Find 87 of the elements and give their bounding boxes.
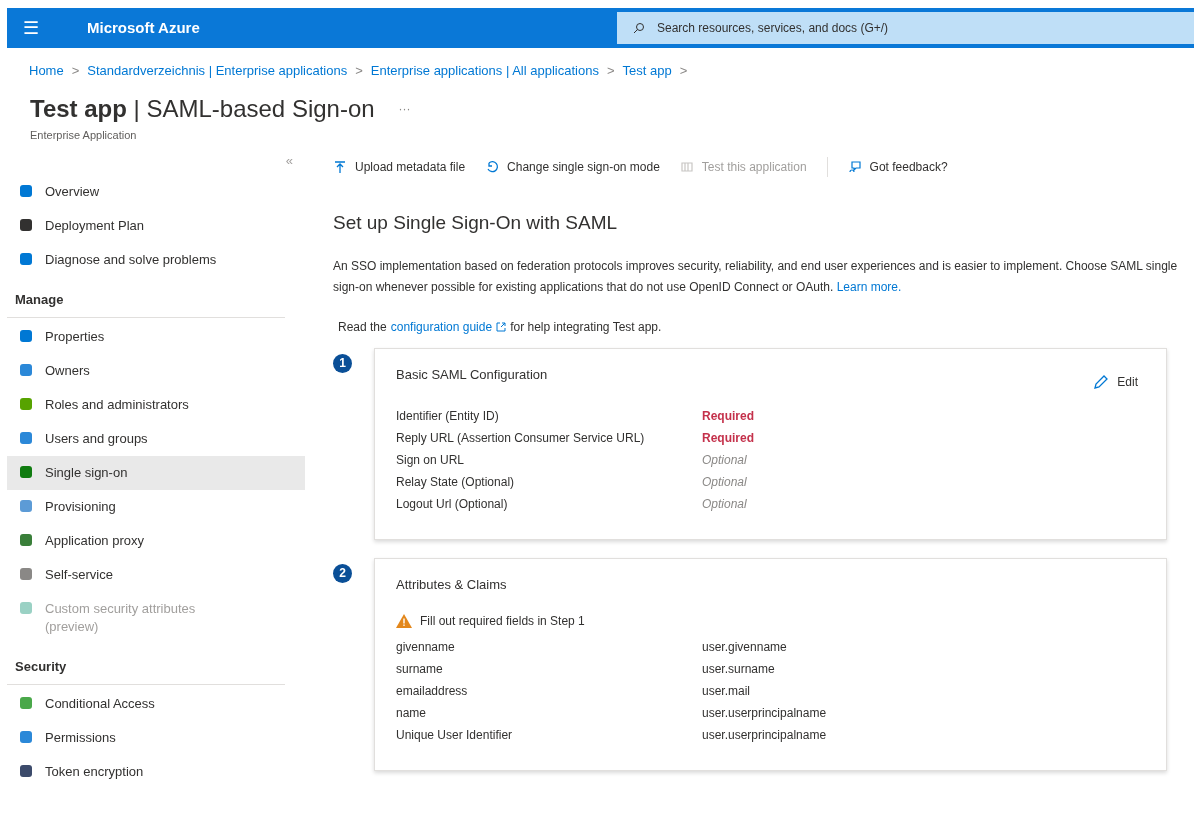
menu-item-icon — [19, 183, 33, 198]
sidebar-item[interactable]: Conditional Access — [7, 686, 305, 721]
menu-item-icon — [19, 464, 33, 479]
menu-item-icon — [19, 532, 33, 547]
table-icon — [679, 160, 694, 174]
field-value: user.mail — [702, 683, 751, 700]
field-value: user.surname — [702, 661, 775, 678]
field-label: Sign on URL — [396, 451, 466, 469]
field-value: Optional — [702, 473, 747, 491]
menu-item-icon — [19, 600, 33, 615]
search-field[interactable]: Search resources, services, and docs (G+/) — [617, 12, 1194, 44]
warning-icon — [396, 614, 412, 628]
breadcrumb-link[interactable]: Enterprise applications | All applications — [370, 61, 599, 81]
section-heading: Set up Single Sign-On with SAML — [333, 211, 618, 235]
sidebar-item[interactable]: Properties — [7, 319, 305, 354]
menu-item-icon — [19, 362, 33, 377]
menu-item-icon — [19, 430, 33, 445]
toolbar-button[interactable]: Upload metadata file — [333, 158, 466, 176]
sidebar-item[interactable]: Application proxy — [7, 523, 305, 558]
more-button[interactable]: ··· — [398, 99, 411, 118]
menu-button[interactable]: ☰ — [7, 14, 55, 42]
step-number: 2 — [333, 563, 352, 583]
field-value: user.userprincipalname — [702, 705, 827, 722]
field-label: Unique User Identifier — [396, 727, 514, 744]
breadcrumb-separator: > — [606, 62, 615, 80]
edit-button[interactable]: Edit — [1093, 372, 1138, 391]
field-label: givenname — [396, 639, 456, 656]
sidebar-item[interactable]: Self-service — [7, 557, 305, 592]
breadcrumb-separator: > — [679, 62, 688, 80]
field-value: Required — [702, 429, 754, 447]
sidebar-item[interactable]: Permissions — [7, 720, 305, 755]
card-title: Basic SAML Configuration — [396, 365, 548, 384]
menu-item-icon — [19, 328, 33, 343]
section-header: Security — [14, 658, 67, 674]
configuration-guide-link[interactable]: configuration guide — [390, 317, 493, 336]
breadcrumb-link[interactable]: Standardverzeichnis | Enterprise applications — [87, 61, 348, 81]
undo-icon — [485, 160, 500, 174]
sidebar-item[interactable]: Single sign-on — [7, 455, 305, 490]
field-value: Optional — [702, 495, 747, 513]
feedback-icon — [847, 160, 862, 174]
menu-item-icon — [19, 498, 33, 513]
guide-text: Read the configuration guide for help integrating Test app. — [337, 317, 662, 336]
menu-item-icon — [19, 763, 33, 778]
sidebar-item[interactable]: Token encryption — [7, 754, 305, 789]
breadcrumb-link[interactable]: Home — [29, 61, 64, 81]
learn-more-link[interactable]: Learn more. — [836, 279, 902, 294]
external-link-icon — [496, 321, 507, 332]
field-label: Identifier (Entity ID) — [396, 407, 500, 425]
card-title: Attributes & Claims — [396, 575, 507, 594]
sidebar-item[interactable]: Owners — [7, 353, 305, 388]
breadcrumb-link[interactable]: Test app — [622, 61, 672, 81]
field-label: Reply URL (Assertion Consumer Service URL) — [396, 429, 646, 447]
page-title: Test app | SAML-based Sign-on — [30, 93, 375, 124]
field-label: Relay State (Optional) — [396, 473, 516, 491]
field-label: name — [396, 705, 428, 722]
field-value: user.givenname — [702, 639, 787, 656]
warning-text: Fill out required fields in Step 1 — [420, 613, 585, 630]
sidebar-item[interactable]: Roles and administrators — [7, 387, 305, 422]
section-header: Manage — [14, 291, 64, 307]
pencil-icon — [1093, 373, 1110, 390]
sidebar-item[interactable]: Diagnose and solve problems — [7, 242, 305, 277]
sidebar-item[interactable]: Deployment Plan — [7, 208, 305, 243]
menu-item-icon — [19, 396, 33, 411]
menu-item-icon — [19, 729, 33, 744]
sidebar-item[interactable]: Overview — [7, 174, 305, 209]
toolbar-button[interactable]: Got feedback? — [847, 158, 948, 176]
sidebar-item[interactable]: Provisioning — [7, 489, 305, 524]
page-subtitle: Enterprise Application — [29, 127, 137, 143]
field-value: Optional — [702, 451, 747, 469]
field-label: surname — [396, 661, 444, 678]
search-icon — [633, 22, 645, 34]
toolbar-button[interactable]: Change single sign-on mode — [485, 158, 660, 176]
sidebar-item[interactable]: Users and groups — [7, 421, 305, 456]
breadcrumb-separator: > — [355, 62, 363, 80]
brand-title: Microsoft Azure — [87, 17, 201, 38]
upload-icon — [333, 160, 347, 174]
step-number: 1 — [333, 353, 352, 373]
menu-item-icon — [19, 695, 33, 710]
field-value: Required — [702, 407, 754, 425]
menu-item-icon — [19, 566, 33, 581]
menu-item-icon — [19, 217, 33, 232]
field-value: user.userprincipalname — [702, 727, 827, 744]
field-label: emailaddress — [396, 683, 469, 700]
intro-paragraph: An SSO implementation based on federation protocols improves security, reliability, and end user experiences and is easier to implement. Choose SAML single sign-on whenever possible for existing applications that do not use OpenID Connect or OAuth. Learn more. — [333, 257, 1179, 296]
menu-item-icon — [19, 251, 33, 266]
breadcrumb-separator: > — [71, 62, 80, 80]
field-label: Logout Url (Optional) — [396, 495, 509, 513]
